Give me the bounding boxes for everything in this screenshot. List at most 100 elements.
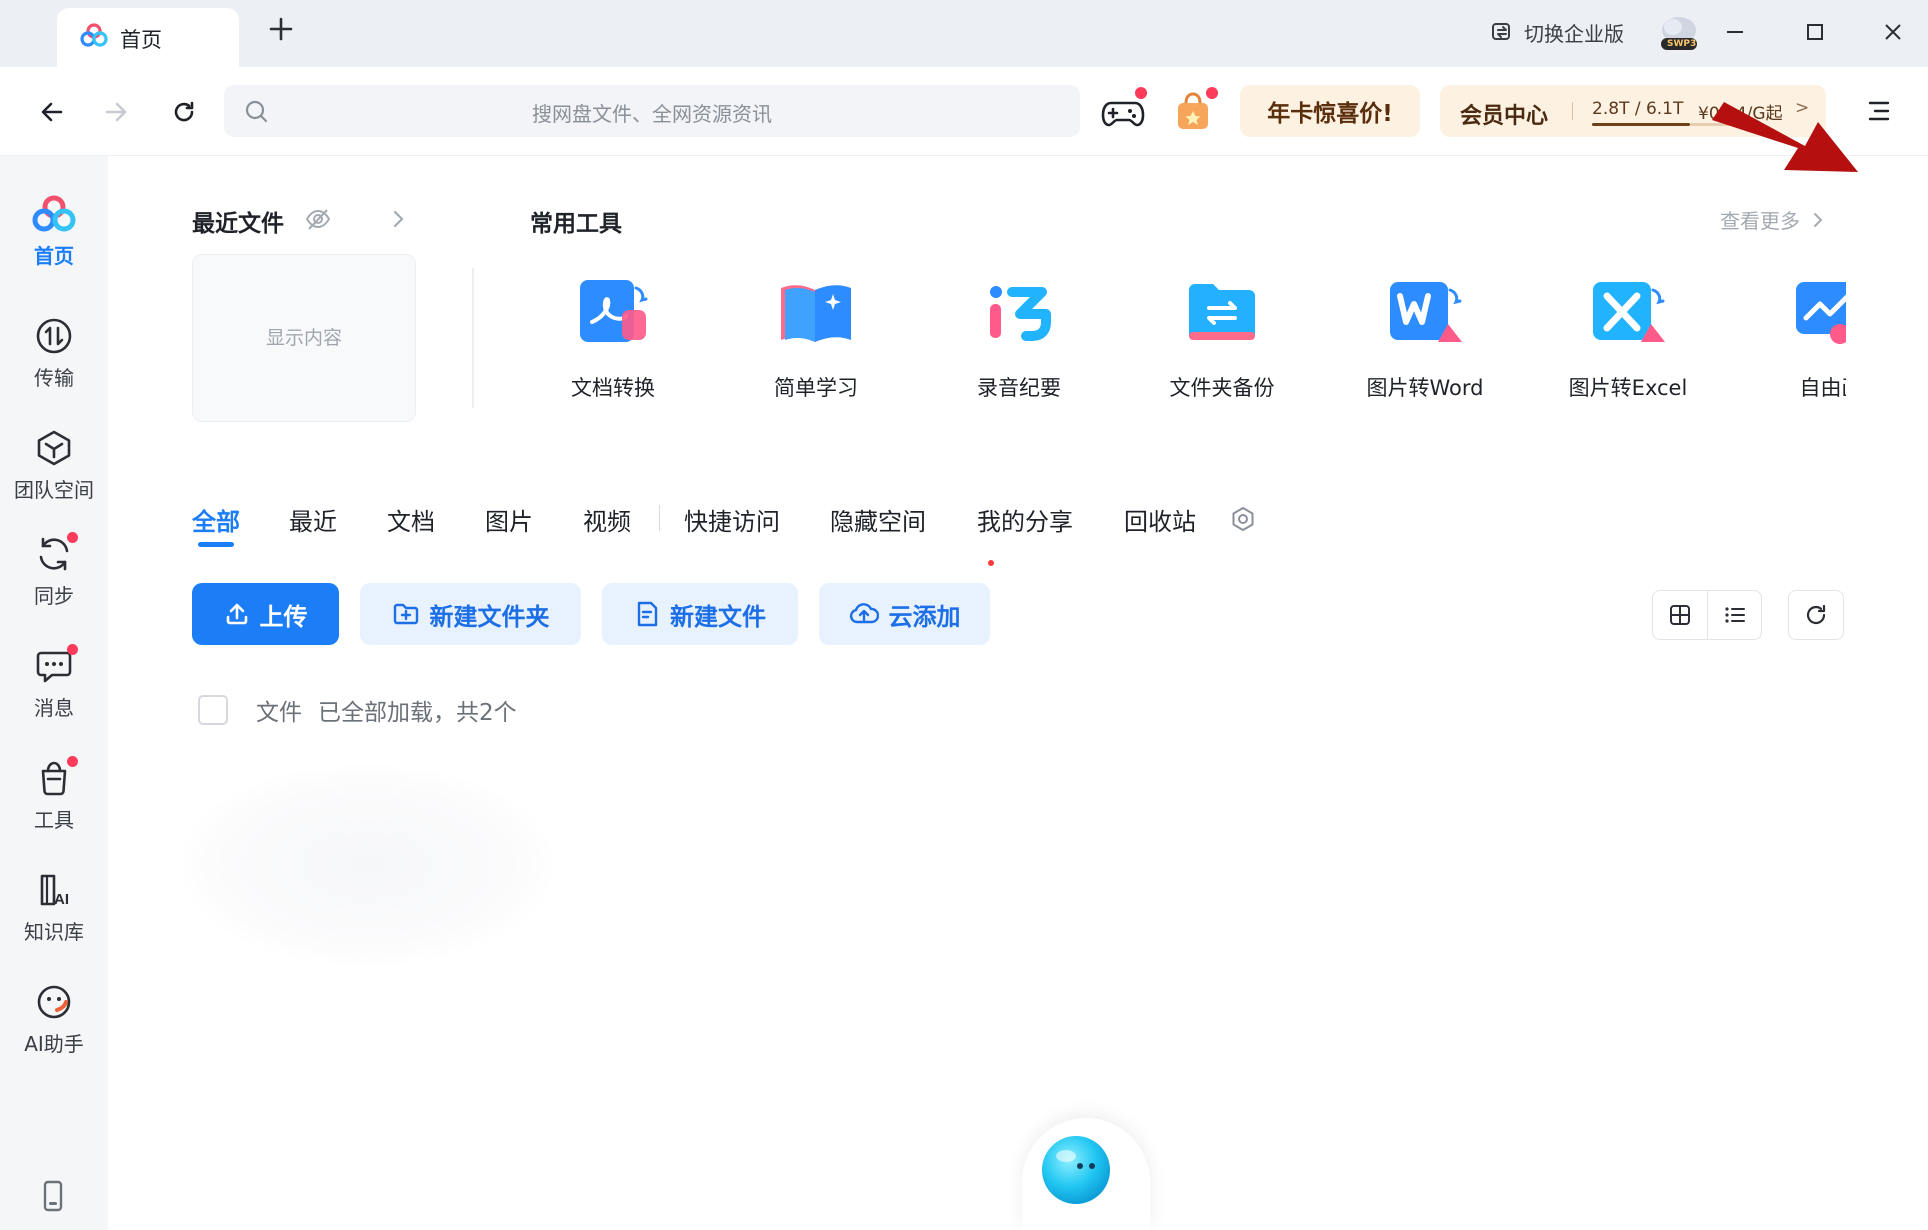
active-tab-indicator <box>198 542 234 547</box>
sidebar-item-team-space[interactable]: 团队空间 <box>0 428 108 503</box>
recent-files-title: 最近文件 <box>192 211 284 237</box>
image-to-excel-icon <box>1585 270 1671 356</box>
tool-free-draw[interactable]: 自由画 <box>1756 270 1846 402</box>
common-tools-title: 常用工具 <box>530 211 622 237</box>
upload-button[interactable]: 上传 <box>192 583 339 645</box>
tool-image-to-excel[interactable]: 图片转Excel <box>1553 270 1703 402</box>
notification-dot <box>1135 87 1147 99</box>
tool-label: 图片转Excel <box>1568 376 1688 400</box>
divider <box>1572 102 1573 120</box>
tab-settings-icon[interactable] <box>1230 506 1256 532</box>
simple-study-icon <box>773 270 859 356</box>
tab-documents[interactable]: 文档 <box>387 502 435 537</box>
tool-label: 自由画 <box>1799 376 1847 400</box>
sidebar-item-label: 同步 <box>34 584 74 608</box>
minimize-button[interactable] <box>1715 14 1755 50</box>
sidebar-item-label: AI助手 <box>24 1032 84 1056</box>
notification-dot <box>67 532 78 543</box>
svip-avatar[interactable]: SWP3 <box>1656 12 1702 52</box>
tab-home[interactable]: 首页 <box>57 8 239 67</box>
tab-recycle-bin[interactable]: 回收站 <box>1124 502 1196 537</box>
chevron-right-icon <box>1814 212 1822 227</box>
tab-all[interactable]: 全部 <box>192 502 240 537</box>
refresh-icon <box>1806 604 1826 625</box>
view-toggle <box>1652 590 1762 640</box>
sidebar-item-ai-assistant[interactable]: AI助手 <box>0 982 108 1057</box>
cloud-logo-icon <box>79 22 109 48</box>
sidebar-item-tools[interactable]: 工具 <box>0 756 108 833</box>
ai-assistant-icon <box>34 982 74 1022</box>
grid-view-button[interactable] <box>1653 591 1707 639</box>
chevron-right-icon[interactable] <box>388 208 408 230</box>
switch-enterprise-button[interactable]: 切换企业版 <box>1490 16 1624 48</box>
folder-backup-icon <box>1179 270 1265 356</box>
storage-usage: 2.8T / 6.1T <box>1592 99 1684 119</box>
tool-doc-convert[interactable]: 文档转换 <box>538 270 688 402</box>
new-file-label: 新建文件 <box>670 602 766 631</box>
gift-button[interactable] <box>1170 87 1218 135</box>
forward-button[interactable] <box>96 92 136 132</box>
search-input[interactable]: 搜网盘文件、全网资源资讯 <box>224 85 1080 137</box>
sidebar-item-label: 首页 <box>34 244 74 268</box>
new-folder-button[interactable]: 新建文件夹 <box>360 583 581 645</box>
cloud-upload-icon <box>849 603 879 624</box>
storage-bar-used <box>1592 123 1690 126</box>
back-button[interactable] <box>32 92 72 132</box>
sync-icon <box>34 532 78 574</box>
list-view-button[interactable] <box>1708 591 1762 639</box>
tool-image-to-word[interactable]: 图片转Word <box>1350 270 1500 402</box>
mascot-icon[interactable] <box>1036 1130 1116 1210</box>
tool-label: 文档转换 <box>571 376 655 400</box>
tab-recent[interactable]: 最近 <box>289 502 337 537</box>
tab-images[interactable]: 图片 <box>485 502 533 537</box>
tab-videos[interactable]: 视频 <box>583 502 631 537</box>
notification-dot <box>1206 87 1218 99</box>
new-tab-button[interactable] <box>266 14 296 44</box>
cloud-add-button[interactable]: 云添加 <box>819 583 990 645</box>
divider <box>472 268 474 408</box>
sidebar-item-label: 消息 <box>34 696 74 720</box>
tool-recording-notes[interactable]: 录音纪要 <box>944 270 1094 402</box>
new-file-button[interactable]: 新建文件 <box>602 583 798 645</box>
refresh-list-button[interactable] <box>1788 590 1844 640</box>
annual-promo-button[interactable]: 年卡惊喜价! <box>1240 85 1420 137</box>
tool-folder-backup[interactable]: 文件夹备份 <box>1147 270 1297 402</box>
message-icon <box>34 644 78 686</box>
tab-quick-access[interactable]: 快捷访问 <box>684 502 780 537</box>
knowledge-base-icon: AI <box>34 870 74 910</box>
tool-label: 图片转Word <box>1366 376 1484 400</box>
sidebar-item-home[interactable]: 首页 <box>0 194 108 269</box>
upload-icon <box>226 603 247 625</box>
sidebar-item-sync[interactable]: 同步 <box>0 532 108 609</box>
select-all-checkbox[interactable] <box>198 695 228 725</box>
tool-simple-study[interactable]: 简单学习 <box>741 270 891 402</box>
notification-dot <box>67 644 78 655</box>
view-more-link[interactable]: 查看更多 <box>1720 205 1826 234</box>
phone-icon[interactable] <box>38 1180 68 1212</box>
tools-icon <box>34 756 78 798</box>
sidebar-item-messages[interactable]: 消息 <box>0 644 108 721</box>
tab-my-shares[interactable]: 我的分享 <box>977 502 1073 537</box>
sidebar-item-knowledge-base[interactable]: AI 知识库 <box>0 870 108 945</box>
eye-hidden-icon[interactable] <box>304 206 332 232</box>
switch-icon <box>1490 20 1514 44</box>
game-button[interactable] <box>1099 87 1147 135</box>
doc-convert-icon <box>570 270 656 356</box>
sidebar-item-label: 知识库 <box>24 920 84 944</box>
refresh-button[interactable] <box>164 92 204 132</box>
tab-hidden-space[interactable]: 隐藏空间 <box>830 502 926 537</box>
close-button[interactable] <box>1873 14 1913 50</box>
recent-placeholder: 显示内容 <box>265 327 342 349</box>
divider <box>659 505 660 531</box>
svip-badge: SWP3 <box>1667 39 1697 49</box>
sidebar-item-transfer[interactable]: 传输 <box>0 316 108 391</box>
view-more-label: 查看更多 <box>1720 209 1800 233</box>
recording-notes-icon <box>976 270 1062 356</box>
tab-title: 首页 <box>120 28 162 52</box>
maximize-button[interactable] <box>1795 14 1835 50</box>
recent-files-card[interactable]: 显示内容 <box>192 254 416 422</box>
new-folder-label: 新建文件夹 <box>429 602 550 631</box>
search-placeholder: 搜网盘文件、全网资源资讯 <box>532 102 772 126</box>
switch-enterprise-label: 切换企业版 <box>1524 21 1624 46</box>
cloud-logo-icon <box>32 194 76 234</box>
